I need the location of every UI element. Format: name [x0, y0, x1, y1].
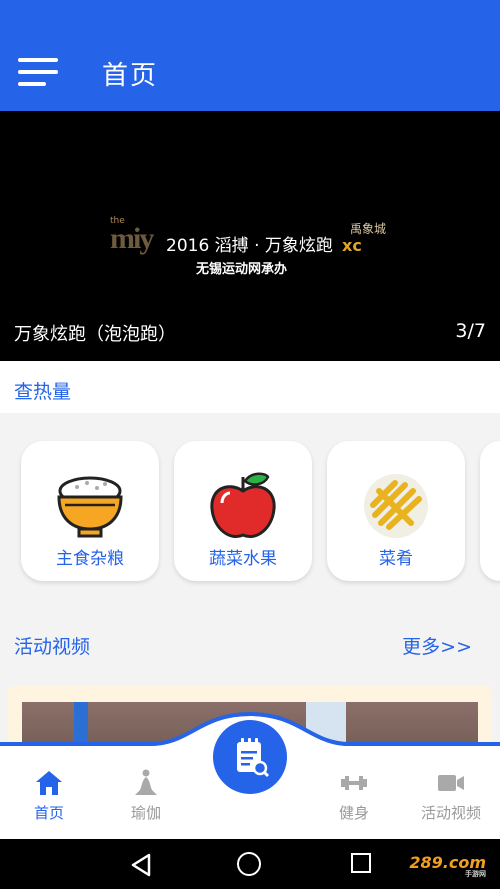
video-camera-icon — [438, 775, 464, 791]
home-circle-icon[interactable] — [237, 852, 261, 876]
category-card-staple[interactable]: 主食杂粮 — [21, 441, 159, 581]
rice-bowl-icon — [57, 476, 123, 538]
recent-apps-icon[interactable] — [351, 853, 371, 873]
nav-item-fitness[interactable]: 健身 — [309, 768, 399, 823]
notepad-search-icon — [237, 738, 270, 778]
nav-item-yoga[interactable]: 瑜伽 — [101, 768, 191, 823]
video-section-header: 活动视频 更多>> — [0, 628, 500, 662]
home-icon — [36, 771, 62, 795]
page-title: 首页 — [102, 61, 159, 91]
nav-label: 瑜伽 — [130, 804, 161, 822]
category-card-partial[interactable] — [480, 441, 500, 581]
category-card-dishes[interactable]: 菜肴 — [327, 441, 465, 581]
fab-calorie-record-button[interactable] — [213, 720, 287, 794]
category-card-vegetables-fruits[interactable]: 蔬菜水果 — [174, 441, 312, 581]
nav-label: 首页 — [33, 804, 64, 822]
logo-mark: xc — [342, 236, 362, 255]
category-label: 蔬菜水果 — [209, 549, 277, 569]
nav-item-activity-videos[interactable]: 活动视频 — [406, 768, 496, 823]
nav-label: 健身 — [338, 804, 369, 822]
logo-brand: 禹象城 — [350, 222, 387, 236]
logo-subline: 无锡运动网承办 — [196, 262, 288, 277]
banner-page-counter: 3/7 — [455, 320, 486, 342]
calorie-section-title: 查热量 — [14, 381, 72, 403]
nav-label: 活动视频 — [420, 804, 481, 822]
hamburger-menu-icon[interactable] — [18, 58, 58, 86]
calorie-section-header: 查热量 — [0, 361, 500, 413]
yoga-icon — [135, 769, 157, 795]
food-category-list: 主食杂粮 蔬菜水果 菜肴 — [0, 441, 500, 581]
apple-icon — [210, 472, 276, 538]
video-section-title: 活动视频 — [14, 636, 91, 658]
app-bar: 首页 — [0, 0, 500, 111]
more-videos-link[interactable]: 更多>> — [402, 632, 472, 659]
system-navigation-bar: 289.com 手游网 — [0, 839, 500, 889]
watermark-logo: 289.com 手游网 — [409, 853, 486, 879]
category-label: 菜肴 — [379, 549, 413, 569]
nav-item-home[interactable]: 首页 — [4, 768, 94, 823]
banner-carousel[interactable]: the miy 2016 滔搏 · 万象炫跑 无锡运动网承办 禹象城 xc 万象… — [0, 111, 500, 361]
banner-caption: 万象炫跑（泡泡跑） — [14, 324, 176, 345]
back-triangle-icon[interactable] — [130, 853, 152, 877]
logo-mainline: 2016 滔搏 · 万象炫跑 — [166, 236, 333, 256]
category-label: 主食杂粮 — [56, 549, 124, 569]
logo-my-text: miy — [110, 222, 154, 255]
fries-icon — [364, 474, 428, 538]
dumbbell-icon — [341, 776, 367, 790]
